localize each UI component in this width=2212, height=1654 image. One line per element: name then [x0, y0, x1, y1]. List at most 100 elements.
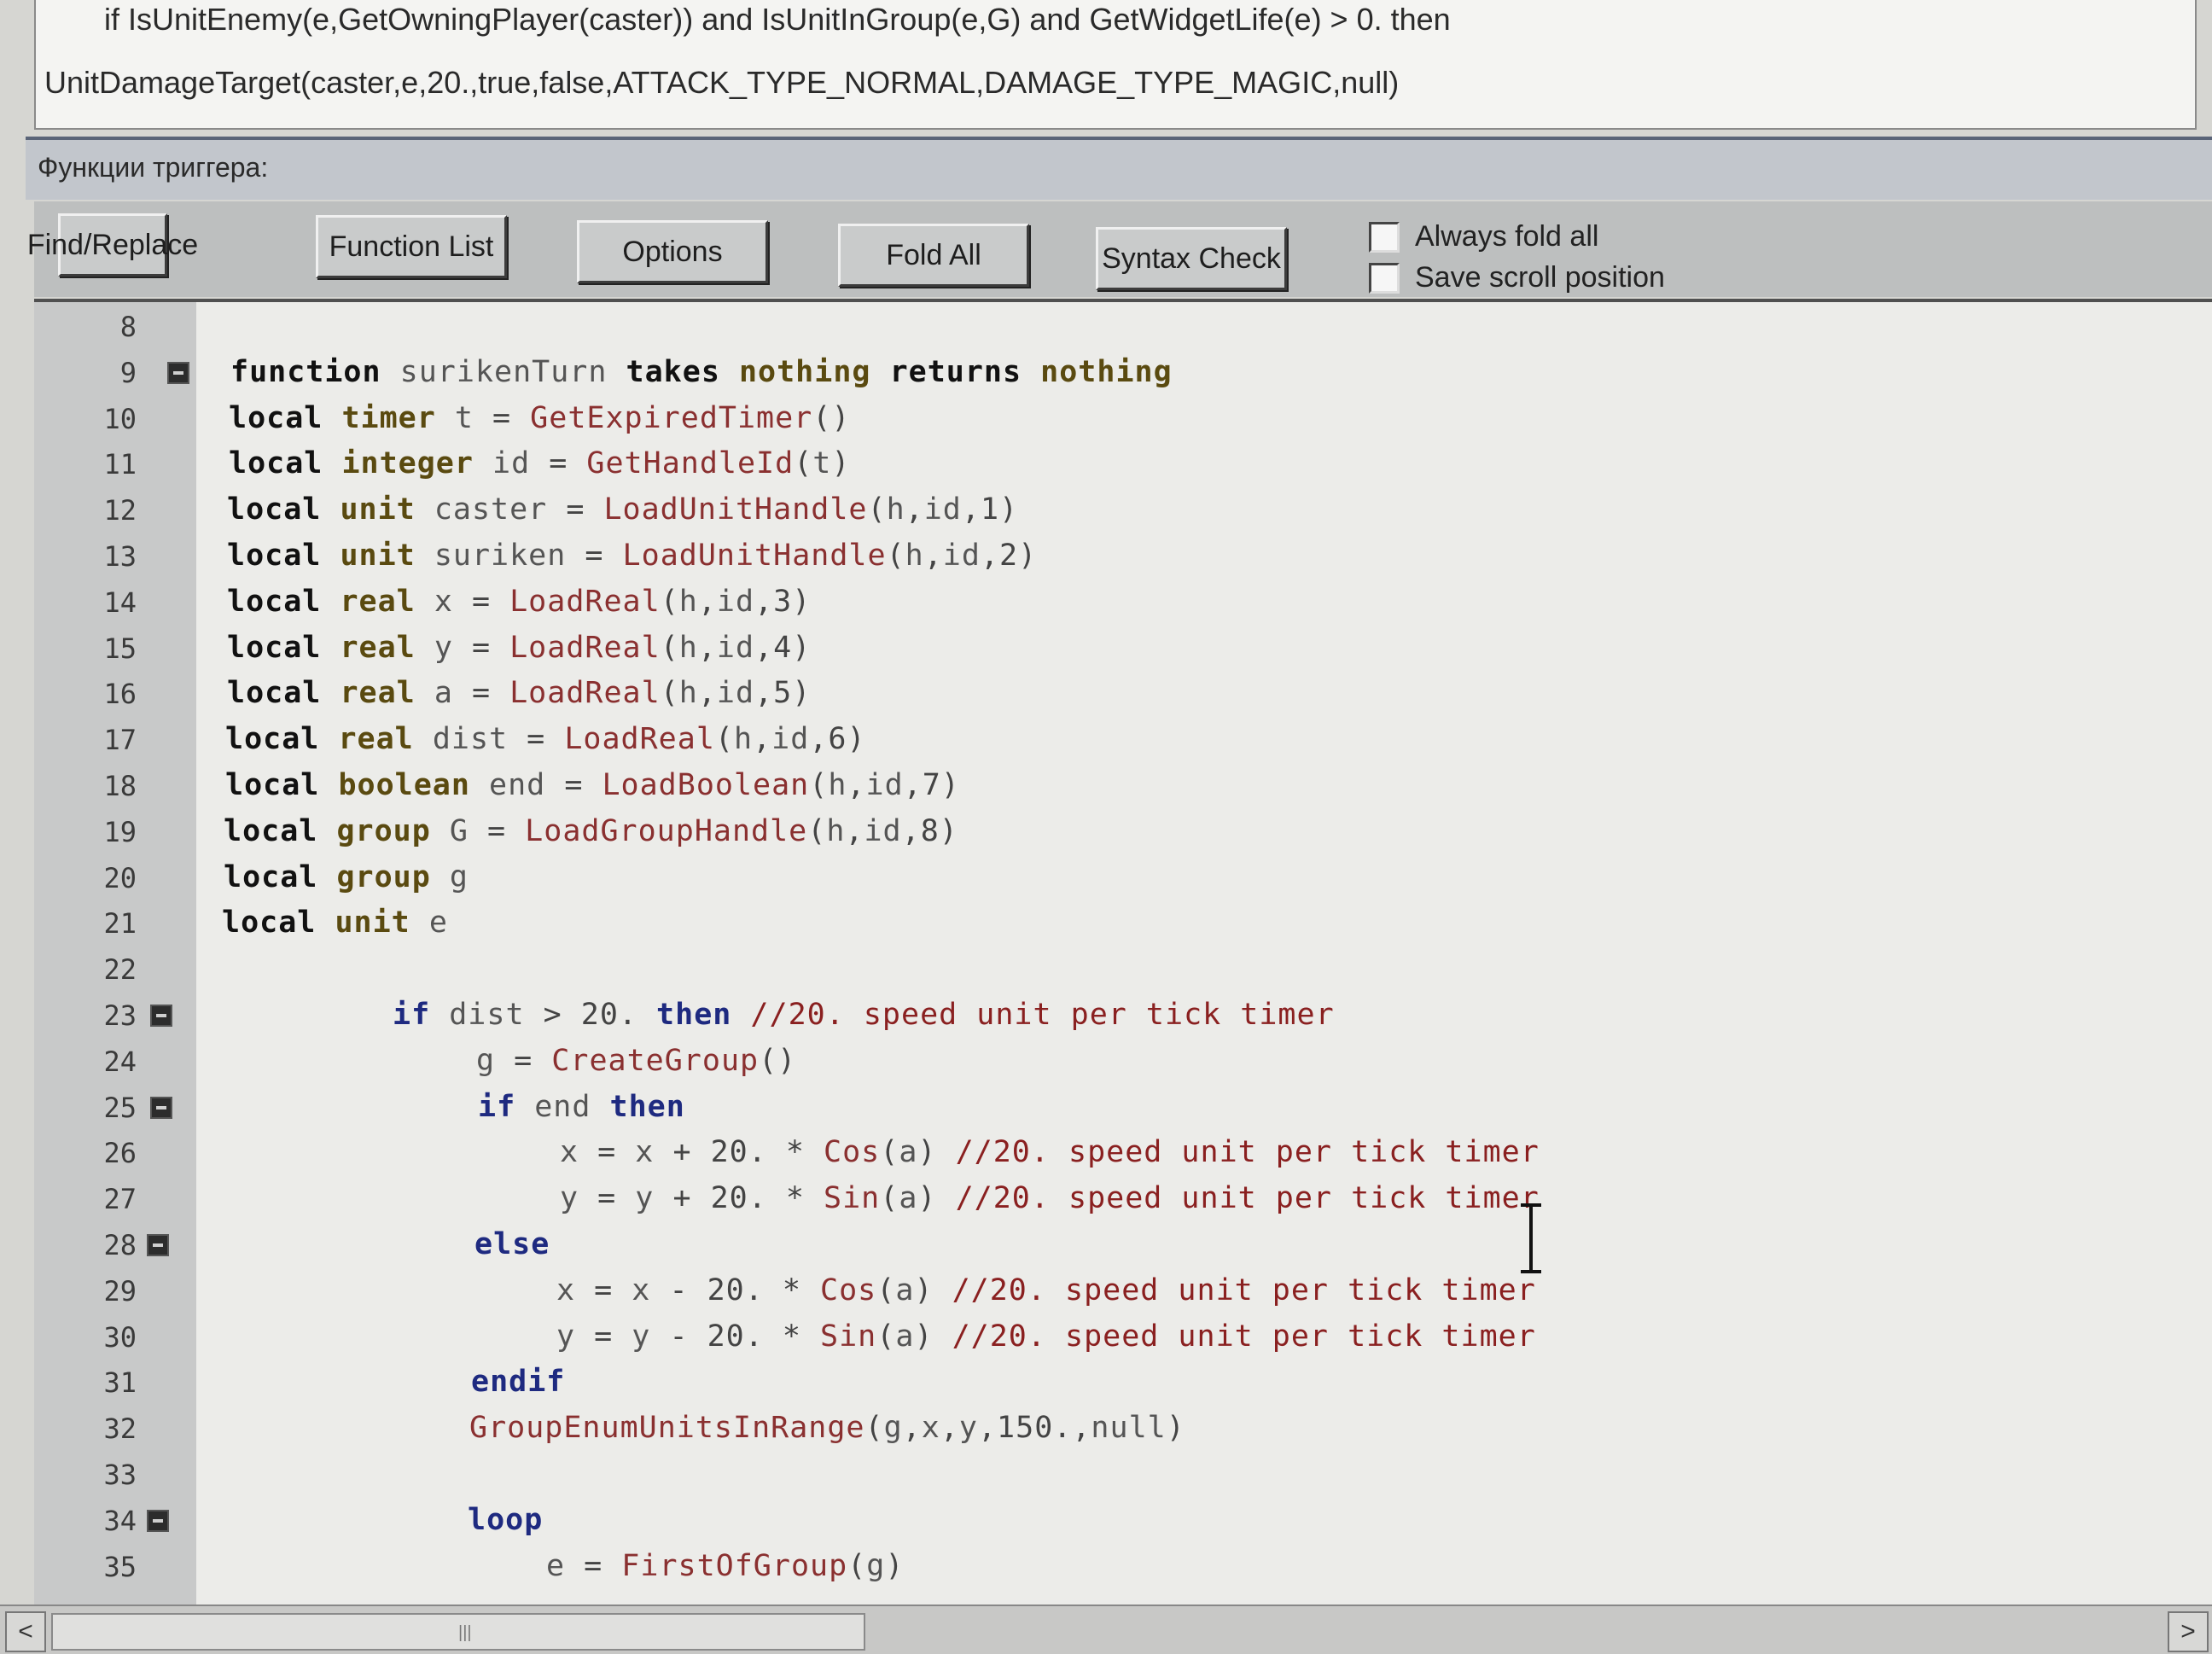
line-number: 16: [103, 678, 137, 711]
save-scroll-position-checkbox[interactable]: [1369, 262, 1400, 294]
line-number: 30: [103, 1320, 137, 1354]
code-text: function surikenTurn takes nothing retur…: [230, 354, 1173, 389]
code-line[interactable]: 16 local real a = LoadReal(h,id,5): [34, 673, 2212, 718]
code-text: loop: [468, 1502, 544, 1537]
code-text: g = CreateGroup(): [476, 1043, 797, 1078]
code-line[interactable]: 9 function surikenTurn takes nothing retu…: [34, 352, 2212, 397]
code-text: y = y - 20. * Sin(a) //20. speed unit pe…: [556, 1319, 1536, 1354]
collapse-block-icon[interactable]: [167, 361, 189, 384]
line-number: 26: [103, 1137, 137, 1170]
code-text: local timer t = GetExpiredTimer(): [229, 400, 851, 435]
code-line[interactable]: 8: [34, 306, 2212, 351]
code-editor[interactable]: 8 9 function surikenTurn takes nothing ret…: [34, 299, 2212, 1608]
scroll-left-icon[interactable]: <: [5, 1611, 46, 1652]
code-line[interactable]: 35 e = FirstOfGroup(g): [34, 1546, 2212, 1591]
line-number: 28: [103, 1229, 137, 1261]
trigger-editor-window: if IsUnitEnemy(e,GetOwningPlayer(caster)…: [0, 0, 2212, 1654]
function-list-button[interactable]: Function List: [316, 215, 507, 278]
code-line[interactable]: 12 local unit caster = LoadUnitHandle(h,i…: [34, 489, 2212, 534]
code-line[interactable]: 22: [34, 948, 2212, 993]
code-text: local unit suriken = LoadUnitHandle(h,id…: [227, 539, 1038, 573]
line-number: 22: [103, 953, 137, 987]
code-text: local group G = LoadGroupHandle(h,id,8): [224, 813, 958, 848]
line-number: 19: [103, 815, 137, 848]
code-line[interactable]: 23 if dist > 20. then //20. speed unit pe…: [34, 994, 2212, 1040]
line-number: 10: [103, 402, 137, 435]
horizontal-scrollbar[interactable]: < ||| >: [0, 1604, 2212, 1654]
find-replace-button[interactable]: Find/Replace: [27, 213, 198, 277]
code-line[interactable]: 15 local real y = LoadReal(h,id,4): [34, 627, 2212, 673]
scrollbar-grip: |||: [458, 1623, 472, 1642]
line-number: 23: [103, 999, 137, 1032]
section-label: Функции триггера:: [38, 152, 269, 183]
line-number: 29: [103, 1274, 137, 1307]
text-cursor-icon: [1521, 1203, 1541, 1273]
code-line[interactable]: 28 else: [34, 1224, 2212, 1269]
line-number: 18: [103, 770, 137, 802]
preview-line-1: if IsUnitEnemy(e,GetOwningPlayer(caster)…: [104, 2, 1451, 37]
trigger-functions-header: Функции триггера:: [26, 137, 2212, 200]
code-line[interactable]: 14 local real x = LoadReal(h,id,3): [34, 581, 2212, 626]
preview-line-2: UnitDamageTarget(caster,e,20.,true,false…: [44, 65, 1400, 100]
collapse-block-icon[interactable]: [150, 1005, 172, 1027]
line-number: 20: [103, 861, 137, 894]
code-line[interactable]: 26 x = x + 20. * Cos(a) //20. speed unit …: [34, 1132, 2212, 1177]
collapse-block-icon[interactable]: [150, 1096, 172, 1119]
code-line[interactable]: 34 loop: [34, 1500, 2212, 1545]
code-line[interactable]: 20 local group g: [34, 857, 2212, 902]
line-number: 27: [103, 1183, 137, 1216]
fold-all-button[interactable]: Fold All: [838, 224, 1029, 287]
scroll-right-icon[interactable]: >: [2168, 1611, 2209, 1652]
code-line[interactable]: 33: [34, 1453, 2212, 1499]
code-line[interactable]: 32 GroupEnumUnitsInRange(g,x,y,150.,null): [34, 1407, 2212, 1453]
code-text: GroupEnumUnitsInRange(g,x,y,150.,null): [469, 1411, 1185, 1446]
line-number: 9: [119, 356, 137, 389]
code-line[interactable]: 18 local boolean end = LoadBoolean(h,id,7…: [34, 765, 2212, 810]
code-line[interactable]: 10 local timer t = GetExpiredTimer(): [34, 398, 2212, 443]
line-number: 24: [103, 1045, 137, 1078]
always-fold-all-option[interactable]: Always fold all: [1369, 220, 1598, 253]
line-number: 8: [119, 311, 137, 343]
collapse-block-icon[interactable]: [147, 1234, 169, 1256]
code-text: if end then: [478, 1089, 685, 1124]
line-number: 32: [103, 1412, 137, 1446]
code-line[interactable]: 31 endif: [34, 1361, 2212, 1406]
save-scroll-position-option[interactable]: Save scroll position: [1369, 261, 1665, 294]
editor-toolbar: Find/Replace Function List Options Fold …: [27, 201, 2212, 297]
code-text: e = FirstOfGroup(g): [546, 1548, 905, 1583]
code-text: local real a = LoadReal(h,id,5): [227, 676, 812, 711]
line-number: 31: [103, 1366, 137, 1400]
line-number: 33: [103, 1459, 137, 1491]
save-scroll-position-label: Save scroll position: [1415, 261, 1665, 294]
always-fold-all-checkbox[interactable]: [1369, 221, 1400, 253]
code-line[interactable]: 27 y = y + 20. * Sin(a) //20. speed unit …: [34, 1178, 2212, 1223]
code-text: local real y = LoadReal(h,id,4): [227, 630, 812, 665]
code-line[interactable]: 13 local unit suriken = LoadUnitHandle(h,…: [34, 535, 2212, 580]
line-number: 13: [103, 540, 137, 573]
collapse-block-icon[interactable]: [147, 1509, 169, 1532]
code-text: if dist > 20. then //20. speed unit per …: [393, 998, 1335, 1032]
code-text: endif: [471, 1365, 566, 1400]
line-number: 21: [103, 907, 137, 941]
line-number: 35: [103, 1550, 137, 1583]
code-text: local integer id = GetHandleId(t): [229, 446, 851, 481]
code-line[interactable]: 25 if end then: [34, 1086, 2212, 1132]
options-button[interactable]: Options: [577, 220, 768, 283]
code-text: local unit e: [222, 906, 448, 941]
code-text: else: [474, 1227, 550, 1261]
line-number: 15: [103, 632, 137, 665]
code-line[interactable]: 11 local integer id = GetHandleId(t): [34, 443, 2212, 488]
code-line[interactable]: 19 local group G = LoadGroupHandle(h,id,8…: [34, 811, 2212, 856]
line-number: 11: [103, 448, 137, 481]
syntax-check-button[interactable]: Syntax Check: [1096, 227, 1287, 290]
code-preview-panel[interactable]: if IsUnitEnemy(e,GetOwningPlayer(caster)…: [34, 0, 2197, 130]
code-line[interactable]: 24 g = CreateGroup(): [34, 1040, 2212, 1086]
always-fold-all-label: Always fold all: [1415, 220, 1599, 253]
line-number: 34: [103, 1504, 137, 1537]
line-number: 17: [103, 724, 137, 757]
code-line[interactable]: 21 local unit e: [34, 902, 2212, 947]
scrollbar-thumb[interactable]: |||: [51, 1613, 865, 1651]
code-line[interactable]: 17 local real dist = LoadReal(h,id,6): [34, 719, 2212, 764]
code-line[interactable]: 30 y = y - 20. * Sin(a) //20. speed unit …: [34, 1316, 2212, 1361]
code-line[interactable]: 29 x = x - 20. * Cos(a) //20. speed unit …: [34, 1270, 2212, 1315]
